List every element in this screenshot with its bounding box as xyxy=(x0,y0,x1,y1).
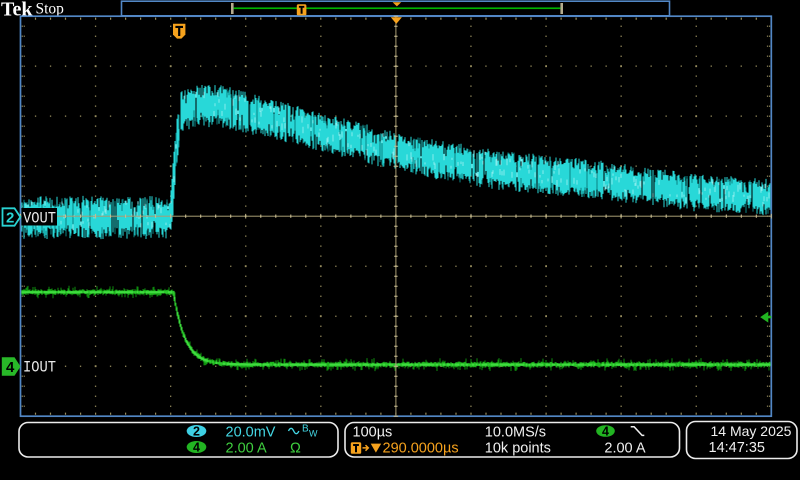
svg-text:Stop: Stop xyxy=(36,1,65,18)
svg-text:4: 4 xyxy=(193,441,200,455)
svg-text:Tek: Tek xyxy=(1,0,33,21)
svg-text:Ω: Ω xyxy=(290,441,301,457)
svg-text:W: W xyxy=(309,429,318,439)
svg-text:100µs: 100µs xyxy=(353,425,393,441)
svg-text:IOUT: IOUT xyxy=(23,358,56,376)
svg-text:10.0MS/s: 10.0MS/s xyxy=(485,425,546,441)
svg-text:B: B xyxy=(302,424,309,435)
svg-text:2.00 A: 2.00 A xyxy=(226,441,267,457)
svg-text:4: 4 xyxy=(6,359,15,376)
svg-text:2: 2 xyxy=(6,210,14,227)
svg-text:2.00 A: 2.00 A xyxy=(604,441,645,457)
svg-text:20.0mV: 20.0mV xyxy=(226,425,276,441)
svg-text:4: 4 xyxy=(602,425,609,439)
svg-text:VOUT: VOUT xyxy=(23,209,56,227)
svg-text:10k points: 10k points xyxy=(485,441,551,457)
svg-text:2: 2 xyxy=(193,425,200,439)
svg-text:14 May 2025: 14 May 2025 xyxy=(711,423,792,439)
svg-text:290.0000µs: 290.0000µs xyxy=(383,441,459,457)
svg-text:14:47:35: 14:47:35 xyxy=(709,440,765,456)
